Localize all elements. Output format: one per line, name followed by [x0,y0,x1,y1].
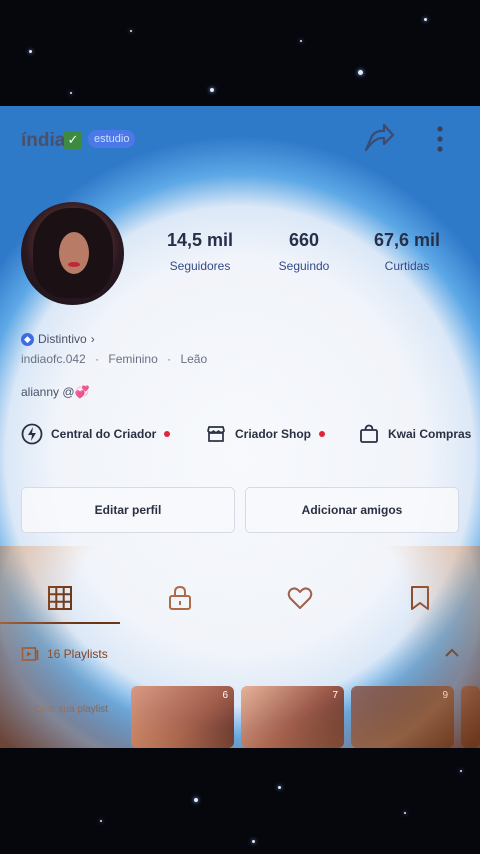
badge-icon: ◆ [21,332,34,346]
edit-profile-button[interactable]: Editar perfil [21,487,235,533]
active-tab-indicator [0,622,120,624]
handle: indiaofc.042 [21,352,86,366]
distintivo-link[interactable]: ◆ Distintivo › [21,332,95,346]
profile-meta: indiaofc.042 · Feminino · Leão [21,352,207,366]
stat-likes[interactable]: 67,6 mil Curtidas [366,230,448,273]
playlists-header[interactable]: 16 Playlists [21,646,108,662]
heart-icon[interactable] [286,584,314,612]
separator: · [167,352,172,366]
playlist-thumbnail[interactable]: 7 [241,686,344,748]
notification-dot [319,431,326,437]
separator: · [95,352,100,366]
likes-label: Curtidas [384,259,430,273]
playlist-video-count: 6 [222,690,228,701]
followers-count: 14,5 mil [166,230,234,250]
more-vertical-icon[interactable] [430,124,450,154]
following-label: Seguindo [278,259,330,273]
shortcut-label: Central do Criador [51,427,157,441]
add-friends-button[interactable]: Adicionar amigos [245,487,459,533]
playlist-thumbnail[interactable]: 6 [131,686,234,748]
shop-icon [207,426,225,442]
playlist-icon [21,647,39,661]
create-playlist-button[interactable]: Criar sua playlist [21,686,121,748]
bolt-icon [21,423,43,445]
shortcut-label: Criador Shop [235,427,312,441]
lock-icon[interactable] [166,584,194,612]
verified-check-icon: ✓ [64,131,82,149]
share-icon[interactable] [362,122,396,156]
grid-icon[interactable] [46,584,74,612]
likes-count: 67,6 mil [373,230,441,250]
chevron-up-icon[interactable] [444,646,460,660]
playlist-video-count: 9 [442,690,448,701]
gender: Feminino [108,352,158,366]
distintivo-label: Distintivo [38,332,87,346]
zodiac-sign: Leão [180,352,208,366]
playlist-thumbnail[interactable]: 9 [351,686,454,748]
chevron-right-icon: › [90,332,95,346]
following-count: 660 [288,230,320,250]
bio: alianny @💞 [21,385,90,399]
stat-followers[interactable]: 14,5 mil Seguidores [160,230,240,273]
top-bar: índia ✓ estudio [0,106,480,170]
bag-icon [360,424,378,443]
profile-screen: índia ✓ estudio 14,5 mil Seguidores 660 … [0,106,480,748]
playlists-count: 16 Playlists [47,647,108,661]
username: índia [21,130,66,151]
content-tabs [0,572,480,626]
stat-following[interactable]: 660 Seguindo [266,230,342,273]
kwai-shopping-shortcut[interactable]: Kwai Compras [358,423,471,445]
creator-center-shortcut[interactable]: Central do Criador [21,423,171,445]
creator-badge[interactable]: estudio [88,130,136,148]
playlist-thumbnail[interactable] [461,686,480,748]
create-playlist-label: Criar sua playlist [34,704,108,715]
avatar[interactable] [21,202,124,305]
shortcut-label: Kwai Compras [388,427,472,441]
followers-label: Seguidores [169,259,231,273]
shortcut-row: Central do Criador Criador Shop Kwai Com… [21,423,480,449]
notification-dot [164,431,171,437]
bookmark-icon[interactable] [406,584,434,612]
creator-shop-shortcut[interactable]: Criador Shop [205,423,326,445]
playlist-video-count: 7 [332,690,338,701]
